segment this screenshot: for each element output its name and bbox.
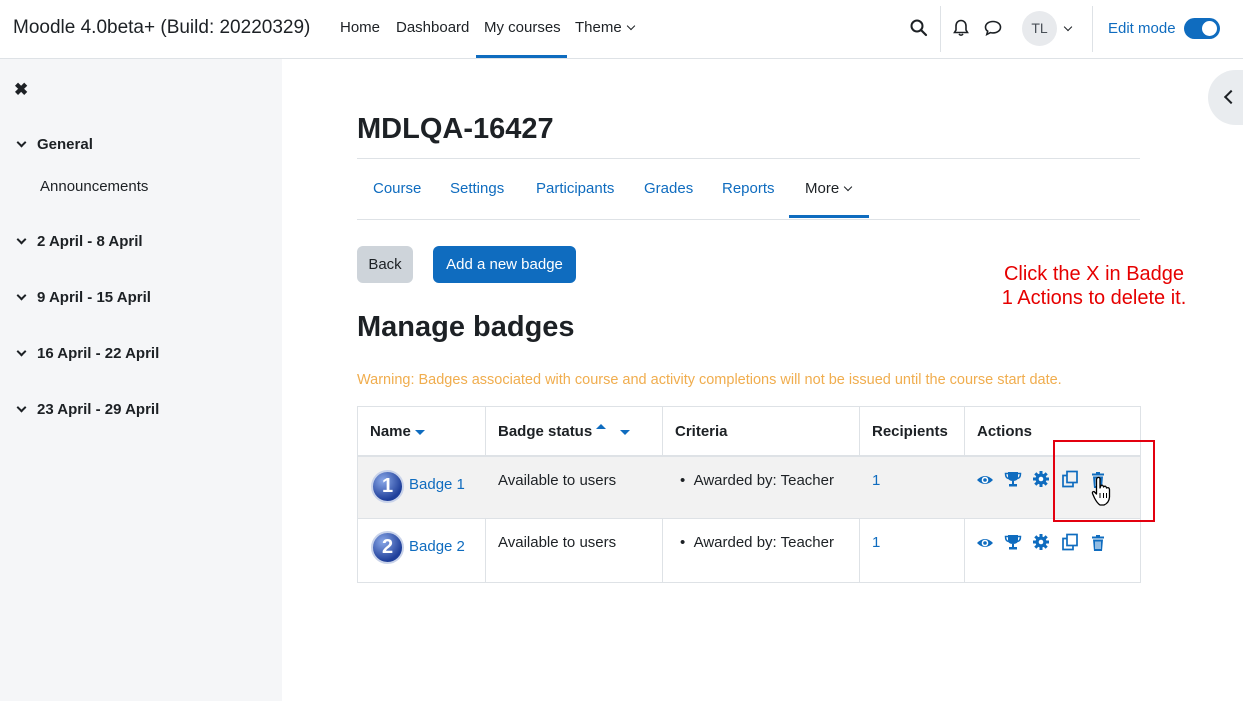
recipients-link[interactable]: 1 [872, 472, 880, 489]
tab-reports[interactable]: Reports [722, 180, 775, 197]
annotation-line-1: Click the X in Badge [1003, 263, 1185, 285]
column-header-recipients[interactable]: Recipients [872, 423, 948, 440]
chevron-down-icon [16, 234, 27, 245]
top-navbar: Moodle 4.0beta+ (Build: 20220329) Home D… [0, 0, 1243, 59]
trash-icon[interactable] [1089, 534, 1107, 552]
chevron-down-icon [16, 290, 27, 301]
sort-down-icon [414, 430, 425, 435]
tab-more[interactable]: More [805, 180, 853, 197]
nav-active-indicator [476, 55, 567, 58]
add-new-badge-button[interactable]: Add a new badge [433, 246, 576, 283]
criteria-text: Awarded by: Teacher [693, 472, 834, 489]
sidebar-item-announcements[interactable]: Announcements [40, 178, 148, 195]
close-drawer-icon[interactable]: ✖ [14, 80, 28, 100]
badge-name-link[interactable]: Badge 2 [409, 538, 465, 555]
site-brand[interactable]: Moodle 4.0beta+ (Build: 20220329) [13, 17, 310, 39]
sidebar-section-label: 9 April - 15 April [37, 289, 151, 306]
nav-dashboard[interactable]: Dashboard [396, 19, 469, 36]
nav-theme-label: Theme [575, 19, 622, 36]
sidebar-section-week-2[interactable]: 9 April - 15 April [16, 289, 151, 306]
divider [357, 219, 1140, 220]
chevron-down-icon [16, 402, 27, 413]
open-block-drawer-button[interactable] [1208, 70, 1243, 125]
gear-icon[interactable] [1032, 470, 1050, 488]
column-header-label: Badge status [498, 423, 593, 440]
sidebar-section-week-1[interactable]: 2 April - 8 April [16, 233, 143, 250]
criteria-text: Awarded by: Teacher [693, 534, 834, 551]
tab-grades[interactable]: Grades [644, 180, 693, 197]
sidebar-section-label: 23 April - 29 April [37, 401, 160, 418]
sort-down-icon [620, 430, 631, 435]
table-row: 1 Badge 1 Available to users • Awarded b… [358, 455, 1140, 518]
chevron-down-icon [626, 21, 635, 31]
chevron-down-icon [16, 346, 27, 357]
badge-status: Available to users [498, 472, 617, 489]
tab-more-label: More [805, 180, 840, 197]
column-header-status[interactable]: Badge status [498, 423, 631, 440]
nav-home[interactable]: Home [340, 19, 380, 36]
chevron-down-icon [16, 137, 27, 148]
recipients-link[interactable]: 1 [872, 534, 880, 551]
user-avatar[interactable]: TL [1022, 11, 1057, 46]
sort-up-icon [596, 424, 607, 429]
search-icon[interactable] [909, 18, 929, 38]
sidebar-section-label: 2 April - 8 April [37, 233, 143, 250]
badge-criteria: • Awarded by: Teacher [680, 534, 834, 551]
user-menu-chevron-icon[interactable] [1063, 22, 1073, 32]
bell-icon[interactable] [951, 18, 971, 38]
badges-table: Name Badge status Criteria Recipients Ac… [357, 406, 1141, 583]
eye-icon[interactable] [976, 534, 994, 552]
column-header-label: Name [370, 423, 411, 440]
badge-name-link[interactable]: Badge 1 [409, 476, 465, 493]
navbar-divider [1092, 6, 1093, 52]
tab-course[interactable]: Course [373, 180, 421, 197]
annotation-highlight-box [1053, 440, 1155, 522]
tab-participants[interactable]: Participants [536, 180, 614, 197]
course-title: MDLQA-16427 [357, 113, 554, 145]
warning-message: Warning: Badges associated with course a… [357, 372, 1062, 388]
column-header-criteria[interactable]: Criteria [675, 423, 728, 440]
sidebar-section-label: General [37, 136, 93, 153]
trophy-icon[interactable] [1004, 470, 1022, 488]
badge-image: 2 [371, 531, 404, 564]
sidebar-section-label: 16 April - 22 April [37, 345, 160, 362]
edit-mode-label: Edit mode [1108, 20, 1176, 37]
chat-icon[interactable] [983, 18, 1003, 38]
navbar-divider [940, 6, 941, 52]
badge-criteria: • Awarded by: Teacher [680, 472, 834, 489]
page-heading: Manage badges [357, 311, 575, 343]
badge-status: Available to users [498, 534, 617, 551]
copy-icon[interactable] [1061, 533, 1079, 551]
nav-my-courses[interactable]: My courses [484, 19, 561, 36]
tutorial-annotation: Click the X in Badge 1 Actions to delete… [984, 262, 1204, 310]
gear-icon[interactable] [1032, 533, 1050, 551]
divider [357, 158, 1140, 159]
nav-theme[interactable]: Theme [575, 19, 635, 36]
back-button[interactable]: Back [357, 246, 413, 283]
edit-mode-toggle[interactable] [1184, 18, 1220, 39]
eye-icon[interactable] [976, 471, 994, 489]
chevron-down-icon [843, 182, 853, 192]
badge-image: 1 [371, 470, 404, 503]
column-header-name[interactable]: Name [370, 423, 425, 440]
annotation-line-2: 1 Actions to delete it. [1001, 287, 1187, 309]
toggle-knob [1202, 21, 1217, 36]
tab-active-indicator [789, 215, 869, 218]
tab-settings[interactable]: Settings [450, 180, 504, 197]
table-row: 2 Badge 2 Available to users • Awarded b… [358, 518, 1140, 581]
sidebar-section-general[interactable]: General [16, 136, 93, 153]
sidebar-section-week-3[interactable]: 16 April - 22 April [16, 345, 160, 362]
sidebar-section-week-4[interactable]: 23 April - 29 April [16, 401, 160, 418]
course-index-drawer: ✖ General Announcements 2 April - 8 Apri… [0, 59, 282, 701]
trophy-icon[interactable] [1004, 533, 1022, 551]
column-header-actions: Actions [977, 423, 1033, 440]
chevron-left-icon [1223, 89, 1239, 105]
